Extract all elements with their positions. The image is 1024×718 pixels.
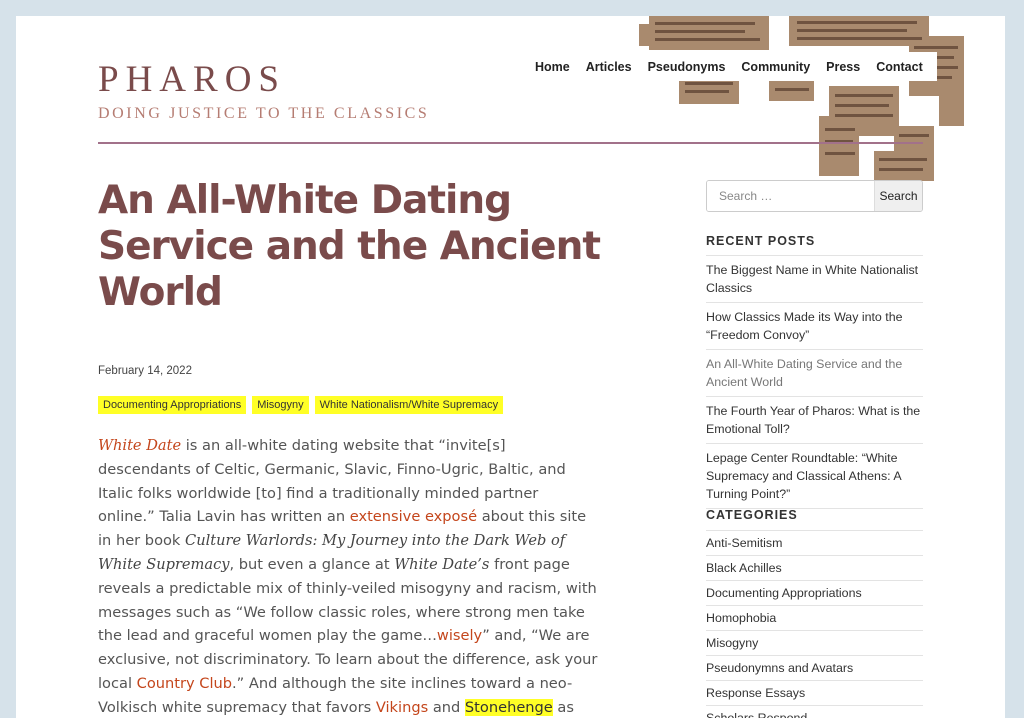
body-text: , but even a glance at — [229, 555, 395, 573]
tag-documenting-appropriations[interactable]: Documenting Appropriations — [98, 396, 247, 414]
category-item[interactable]: Scholars Respond — [706, 706, 923, 718]
category-item[interactable]: Homophobia — [706, 606, 923, 631]
link-wisely[interactable]: wisely — [437, 627, 482, 644]
category-item[interactable]: Response Essays — [706, 681, 923, 706]
search-input[interactable] — [707, 181, 874, 211]
body-text: .” And although the site inclines toward… — [232, 674, 540, 692]
post-title: An All-White Dating Service and the Anci… — [98, 178, 601, 315]
page: PHAROS DOING JUSTICE TO THE CLASSICS Hom… — [16, 16, 1005, 718]
white-date-name: White Date’s — [394, 555, 490, 573]
nav-pseudonyms[interactable]: Pseudonyms — [648, 60, 726, 74]
post-tags: Documenting Appropriations Misogyny Whit… — [98, 396, 504, 414]
link-stonehenge[interactable]: Stonehenge — [464, 698, 553, 716]
recent-posts-heading: RECENT POSTS — [706, 234, 816, 248]
nav-contact[interactable]: Contact — [876, 60, 923, 74]
recent-post-item[interactable]: The Fourth Year of Pharos: What is the E… — [706, 397, 923, 444]
papyrus-header-image — [639, 16, 964, 181]
recent-post-item-current[interactable]: An All-White Dating Service and the Anci… — [706, 350, 923, 397]
categories-list: Anti-Semitism Black Achilles Documenting… — [706, 530, 923, 718]
link-country-club[interactable]: Country Club — [137, 675, 232, 692]
body-text: white supremacy that favors — [157, 698, 376, 716]
link-vikings[interactable]: Vikings — [376, 699, 428, 716]
search-form: Search — [706, 180, 923, 212]
category-item[interactable]: Misogyny — [706, 631, 923, 656]
nav-press[interactable]: Press — [826, 60, 860, 74]
post-body: White Date is an all-white dating websit… — [98, 434, 598, 718]
search-button[interactable]: Search — [874, 181, 922, 211]
recent-post-item[interactable]: The Biggest Name in White Nationalist Cl… — [706, 256, 923, 303]
link-extensive-expose[interactable]: extensive exposé — [350, 508, 477, 525]
site-tagline: DOING JUSTICE TO THE CLASSICS — [98, 105, 430, 122]
header-divider — [98, 142, 923, 144]
recent-post-item[interactable]: How Classics Made its Way into the “Free… — [706, 303, 923, 350]
nav-community[interactable]: Community — [741, 60, 810, 74]
tag-misogyny[interactable]: Misogyny — [252, 396, 309, 414]
tag-white-nationalism[interactable]: White Nationalism/White Supremacy — [314, 396, 504, 414]
category-item[interactable]: Anti-Semitism — [706, 531, 923, 556]
main-nav: Home Articles Pseudonyms Community Press… — [521, 52, 937, 81]
site-title[interactable]: PHAROS — [98, 58, 286, 101]
category-item[interactable]: Documenting Appropriations — [706, 581, 923, 606]
recent-post-item[interactable]: Lepage Center Roundtable: “White Suprema… — [706, 444, 923, 509]
categories-heading: CATEGORIES — [706, 508, 798, 522]
post-date[interactable]: February 14, 2022 — [98, 365, 192, 377]
category-item[interactable]: Black Achilles — [706, 556, 923, 581]
link-white-date[interactable]: White Date — [98, 437, 181, 454]
category-item[interactable]: Pseudonymns and Avatars — [706, 656, 923, 681]
body-text: and — [428, 698, 465, 716]
nav-articles[interactable]: Articles — [586, 60, 632, 74]
recent-posts-list: The Biggest Name in White Nationalist Cl… — [706, 255, 923, 509]
nav-home[interactable]: Home — [535, 60, 570, 74]
